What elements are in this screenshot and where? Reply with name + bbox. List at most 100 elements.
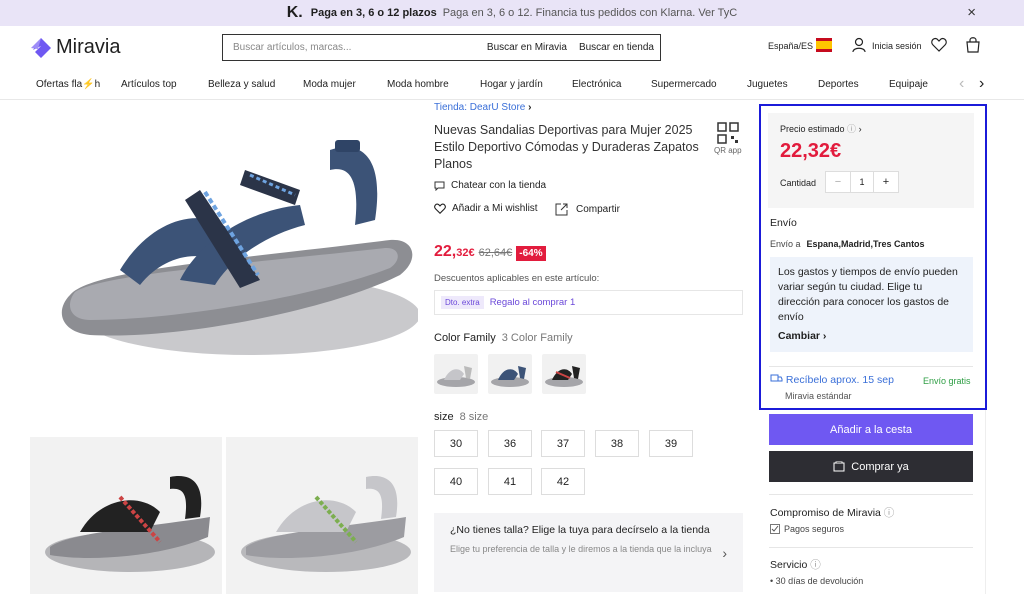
thumbnail-black[interactable] [30, 437, 222, 594]
price-box: Precio estimado ⓘ › 22,32€ Cantidad − 1 … [768, 113, 974, 208]
shipping-info-box: Los gastos y tiempos de envío pueden var… [770, 257, 973, 352]
banner-bold-text: Paga en 3, 6 o 12 plazos [310, 7, 437, 19]
size-request-title: ¿No tienes talla? Elige la tuya para dec… [450, 524, 710, 536]
grey-sandal-swatch [437, 366, 475, 387]
secure-payments: Pagos seguros [770, 524, 844, 534]
chevron-right-icon: › [722, 545, 727, 561]
nav-item-electronica[interactable]: Electrónica [572, 79, 621, 90]
size-option-41[interactable]: 41 [488, 468, 532, 495]
shipping-info-text: Los gastos y tiempos de envío pueden var… [778, 266, 958, 323]
divider [769, 494, 973, 495]
divider [769, 366, 973, 367]
size-option-39[interactable]: 39 [649, 430, 693, 457]
miravia-logo-icon [31, 37, 51, 58]
search-store-button[interactable]: Buscar en tienda [573, 42, 660, 53]
qr-app[interactable]: QR app [714, 122, 742, 155]
user-icon[interactable] [852, 37, 866, 53]
checkbox-icon [770, 524, 780, 534]
estimated-price: 22,32€ [780, 140, 842, 162]
discount-box[interactable]: Dto. extra Regalo al comprar 1 [434, 290, 743, 315]
quantity-value[interactable]: 1 [850, 172, 874, 192]
service-title: Servicio ⓘ [770, 559, 821, 571]
spain-flag-icon[interactable] [816, 38, 832, 52]
size-option-30[interactable]: 30 [434, 430, 478, 457]
klarna-banner: K. Paga en 3, 6 o 12 plazos Paga en 3, 6… [0, 0, 1024, 26]
qr-code-icon [717, 122, 739, 144]
decrease-button[interactable]: − [826, 172, 850, 192]
heart-icon[interactable] [931, 37, 947, 52]
nav-item-moda-hombre[interactable]: Moda hombre [387, 79, 449, 90]
nav-next-icon[interactable]: › [979, 75, 984, 93]
share-link[interactable]: Compartir [555, 203, 620, 216]
current-price: 22,32€ [434, 243, 475, 260]
size-title: size 8 size [434, 411, 489, 423]
returns-info: • 30 días de devolución [770, 576, 864, 586]
nav-item-equipaje[interactable]: Equipaje [889, 79, 928, 90]
nav-item-juguetes[interactable]: Juguetes [747, 79, 788, 90]
qr-label: QR app [714, 146, 742, 155]
color-swatch-blue[interactable] [488, 354, 532, 394]
search-input[interactable]: Buscar artículos, marcas... [223, 42, 481, 53]
country-selector[interactable]: España/ES [768, 41, 813, 51]
color-swatch-black[interactable] [542, 354, 586, 394]
main-product-image[interactable] [30, 110, 418, 430]
logo-text: Miravia [56, 36, 121, 58]
product-title: Nuevas Sandalias Deportivas para Mujer 2… [434, 123, 699, 171]
quantity-stepper: − 1 + [825, 171, 899, 193]
header: Miravia Buscar artículos, marcas... Busc… [0, 26, 1024, 70]
discount-tag: Dto. extra [441, 296, 484, 309]
wishlist-heart-icon [434, 203, 446, 214]
size-option-42[interactable]: 42 [541, 468, 585, 495]
klarna-logo: K. [286, 4, 303, 21]
banner-text[interactable]: Paga en 3, 6 o 12. Financia tus pedidos … [443, 7, 738, 19]
grey-sandal-image [241, 476, 411, 572]
nav-item-ofertas[interactable]: Ofertas fla⚡h [36, 79, 100, 90]
discounts-label: Descuentos aplicables en este artículo: [434, 273, 600, 284]
add-to-cart-button[interactable]: Añadir a la cesta [769, 414, 973, 445]
nav-item-supermercado[interactable]: Supermercado [651, 79, 717, 90]
change-address-link[interactable]: Cambiar › [778, 330, 965, 342]
miravia-logo[interactable]: Miravia [30, 36, 120, 59]
truck-icon [770, 374, 783, 382]
size-option-38[interactable]: 38 [595, 430, 639, 457]
size-request-box[interactable]: ¿No tienes talla? Elige la tuya para dec… [434, 513, 743, 592]
product-price: 22,32€ 62,64€ -64% [434, 243, 546, 261]
nav-item-deportes[interactable]: Deportes [818, 79, 859, 90]
color-swatch-grey[interactable] [434, 354, 478, 394]
thumbnail-grey[interactable] [226, 437, 418, 594]
shipping-method: Miravia estándar [785, 391, 852, 401]
divider [769, 547, 973, 548]
original-price: 62,64€ [478, 247, 513, 259]
discount-badge: -64% [516, 246, 546, 261]
color-family-title: Color Family 3 Color Family [434, 332, 573, 344]
nav-item-articulos-top[interactable]: Artículos top [121, 79, 177, 90]
category-nav: Ofertas fla⚡h Artículos top Belleza y sa… [0, 70, 1024, 100]
nav-item-hogar[interactable]: Hogar y jardín [480, 79, 543, 90]
size-request-desc: Elige tu preferencia de talla y le direm… [450, 544, 712, 554]
quantity-label: Cantidad [780, 178, 817, 188]
size-option-37[interactable]: 37 [541, 430, 585, 457]
store-link[interactable]: Tienda: DearU Store › [434, 102, 531, 113]
shipping-address: Envío a Espana,Madrid,Tres Cantos [770, 239, 925, 249]
delivery-estimate: Recíbelo aprox. 15 sep [770, 374, 894, 386]
nav-item-belleza[interactable]: Belleza y salud [208, 79, 275, 90]
search-bar: Buscar artículos, marcas... Buscar en Mi… [222, 34, 661, 61]
size-option-36[interactable]: 36 [488, 430, 532, 457]
cart-icon[interactable] [966, 36, 980, 53]
nav-item-moda-mujer[interactable]: Moda mujer [303, 79, 356, 90]
black-sandal-image [45, 476, 215, 572]
size-option-40[interactable]: 40 [434, 468, 478, 495]
estimated-price-label[interactable]: Precio estimado ⓘ › [780, 122, 862, 135]
nav-prev-icon[interactable]: ‹ [959, 75, 964, 93]
discount-text: Regalo al comprar 1 [489, 297, 576, 308]
buy-icon [833, 461, 845, 472]
login-link[interactable]: Inicia sesión [872, 41, 922, 51]
chat-store-link[interactable]: Chatear con la tienda [434, 180, 546, 191]
buy-now-button[interactable]: Comprar ya [769, 451, 973, 482]
close-icon[interactable]: × [967, 4, 976, 21]
search-miravia-button[interactable]: Buscar en Miravia [481, 42, 573, 53]
increase-button[interactable]: + [874, 172, 898, 192]
chat-icon [434, 181, 445, 191]
commitment-title: Compromiso de Miravia ⓘ [770, 507, 895, 519]
wishlist-link[interactable]: Añadir a Mi wishlist [434, 203, 538, 214]
